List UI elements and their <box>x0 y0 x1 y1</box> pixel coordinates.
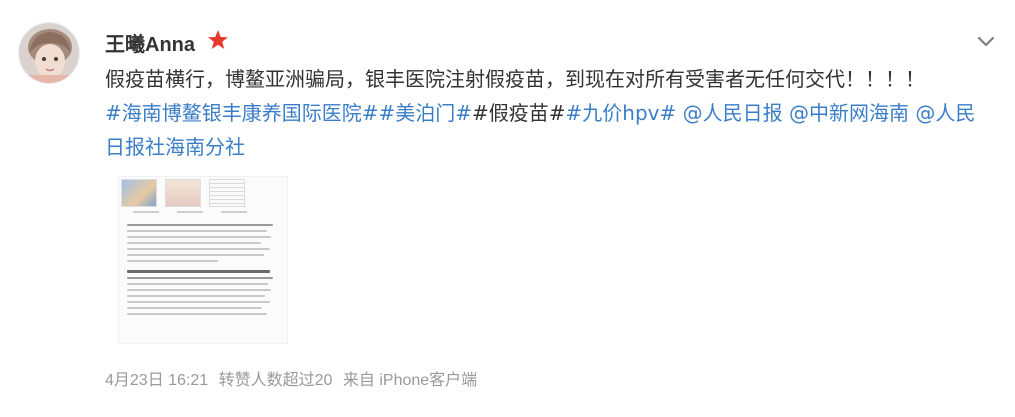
thumb-photo <box>165 179 201 207</box>
repost-count: 转赞人数超过20 <box>218 372 333 389</box>
thumb-captions <box>119 207 287 217</box>
username[interactable]: 王曦Anna <box>105 28 195 57</box>
mention-link[interactable]: @人民日报 <box>683 101 783 125</box>
post-source: 来自 iPhone客户端 <box>342 372 478 389</box>
tag-link[interactable]: #美泊门# <box>379 101 473 125</box>
tag-link[interactable]: #九价hpv# <box>566 101 677 125</box>
avatar[interactable] <box>18 22 80 84</box>
mention-link[interactable]: @中新网海南 <box>789 101 909 125</box>
tag-link[interactable]: #海南博鳌银丰康养国际医院# <box>105 101 379 125</box>
thumb-photo <box>209 179 245 207</box>
post-text: 假疫苗横行，博鳌亚洲骗局，银丰医院注射假疫苗，到现在对所有受害者无任何交代！！！… <box>105 62 995 164</box>
document-text-lines <box>119 217 287 315</box>
star-badge-icon[interactable] <box>206 28 230 52</box>
tag-text[interactable]: #假疫苗# <box>472 101 566 125</box>
thumb-photo <box>121 179 157 207</box>
post-date[interactable]: 4月23日 16:21 <box>105 372 208 389</box>
chevron-down-icon[interactable] <box>975 30 997 52</box>
avatar-image <box>19 23 79 83</box>
post-meta: 4月23日 16:21 转赞人数超过20 来自 iPhone客户端 <box>105 366 483 390</box>
attached-image-thumbs <box>119 177 287 207</box>
attached-image[interactable] <box>118 176 288 344</box>
post-main-text: 假疫苗横行，博鳌亚洲骗局，银丰医院注射假疫苗，到现在对所有受害者无任何交代！！！… <box>105 67 925 91</box>
